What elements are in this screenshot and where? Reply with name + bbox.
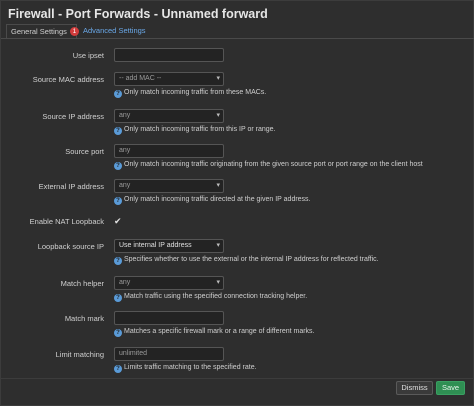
match-mark-input[interactable]	[114, 311, 224, 325]
source-ip-label: Source IP address	[42, 112, 104, 121]
external-ip-help-text: Only match incoming traffic directed at …	[124, 196, 311, 203]
source-port-help-text: Only match incoming traffic originating …	[124, 161, 423, 168]
external-ip-select[interactable]: any	[114, 179, 224, 193]
limit-matching-input[interactable]: unlimited	[114, 347, 224, 361]
help-icon: ?	[114, 329, 122, 337]
help-icon: ?	[114, 257, 122, 265]
tab-advanced-label: Advanced Settings	[83, 26, 146, 35]
loopback-source-select[interactable]: Use internal IP address	[114, 239, 224, 253]
help-icon: ?	[114, 162, 122, 170]
help-icon: ?	[114, 127, 122, 135]
help-icon: ?	[114, 365, 122, 373]
source-port-label: Source port	[65, 147, 104, 156]
tab-general-settings[interactable]: General Settings 1	[6, 24, 79, 38]
tab-bar: General Settings 1 Advanced Settings	[1, 24, 474, 39]
dismiss-button[interactable]: Dismiss	[396, 381, 433, 395]
external-ip-label: External IP address	[38, 182, 104, 191]
source-port-help: ? Only match incoming traffic originating…	[114, 161, 423, 170]
help-icon: ?	[114, 197, 122, 205]
tab-general-label: General Settings	[11, 27, 67, 36]
error-badge: 1	[69, 27, 79, 36]
match-helper-help: ? Match traffic using the specified conne…	[114, 293, 307, 302]
source-port-input[interactable]: any	[114, 144, 224, 158]
match-helper-label: Match helper	[60, 279, 104, 288]
source-ip-select[interactable]: any	[114, 109, 224, 123]
limit-matching-help: ? Limits traffic matching to the specifie…	[114, 364, 257, 373]
loopback-source-label: Loopback source IP	[37, 242, 104, 251]
tab-advanced-settings[interactable]: Advanced Settings	[79, 24, 146, 38]
source-ip-help: ? Only match incoming traffic from this I…	[114, 126, 275, 135]
nat-loopback-checkbox[interactable]: ✔	[114, 217, 122, 226]
limit-matching-help-text: Limits traffic matching to the specified…	[124, 364, 257, 371]
source-mac-help-text: Only match incoming traffic from these M…	[124, 89, 267, 96]
footer-divider	[1, 378, 474, 379]
loopback-source-help-text: Specifies whether to use the external or…	[124, 256, 379, 263]
match-helper-select[interactable]: any	[114, 276, 224, 290]
help-icon: ?	[114, 90, 122, 98]
match-mark-help-text: Matches a specific firewall mark or a ra…	[124, 328, 315, 335]
external-ip-help: ? Only match incoming traffic directed at…	[114, 196, 311, 205]
source-mac-select[interactable]: -- add MAC --	[114, 72, 224, 86]
source-mac-help: ? Only match incoming traffic from these …	[114, 89, 266, 98]
dialog-title: Firewall - Port Forwards - Unnamed forwa…	[8, 7, 268, 21]
limit-matching-label: Limit matching	[55, 350, 104, 359]
help-icon: ?	[114, 294, 122, 302]
source-ip-help-text: Only match incoming traffic from this IP…	[124, 126, 276, 133]
source-mac-label: Source MAC address	[32, 75, 104, 84]
save-button[interactable]: Save	[436, 381, 465, 395]
match-mark-label: Match mark	[64, 314, 104, 323]
nat-loopback-label: Enable NAT Loopback	[29, 217, 104, 226]
use-ipset-input[interactable]	[114, 48, 224, 62]
use-ipset-label: Use ipset	[72, 51, 104, 60]
loopback-source-help: ? Specifies whether to use the external o…	[114, 256, 379, 265]
port-forward-dialog: Firewall - Port Forwards - Unnamed forwa…	[0, 0, 474, 406]
match-helper-help-text: Match traffic using the specified connec…	[124, 293, 308, 300]
match-mark-help: ? Matches a specific firewall mark or a r…	[114, 328, 315, 337]
